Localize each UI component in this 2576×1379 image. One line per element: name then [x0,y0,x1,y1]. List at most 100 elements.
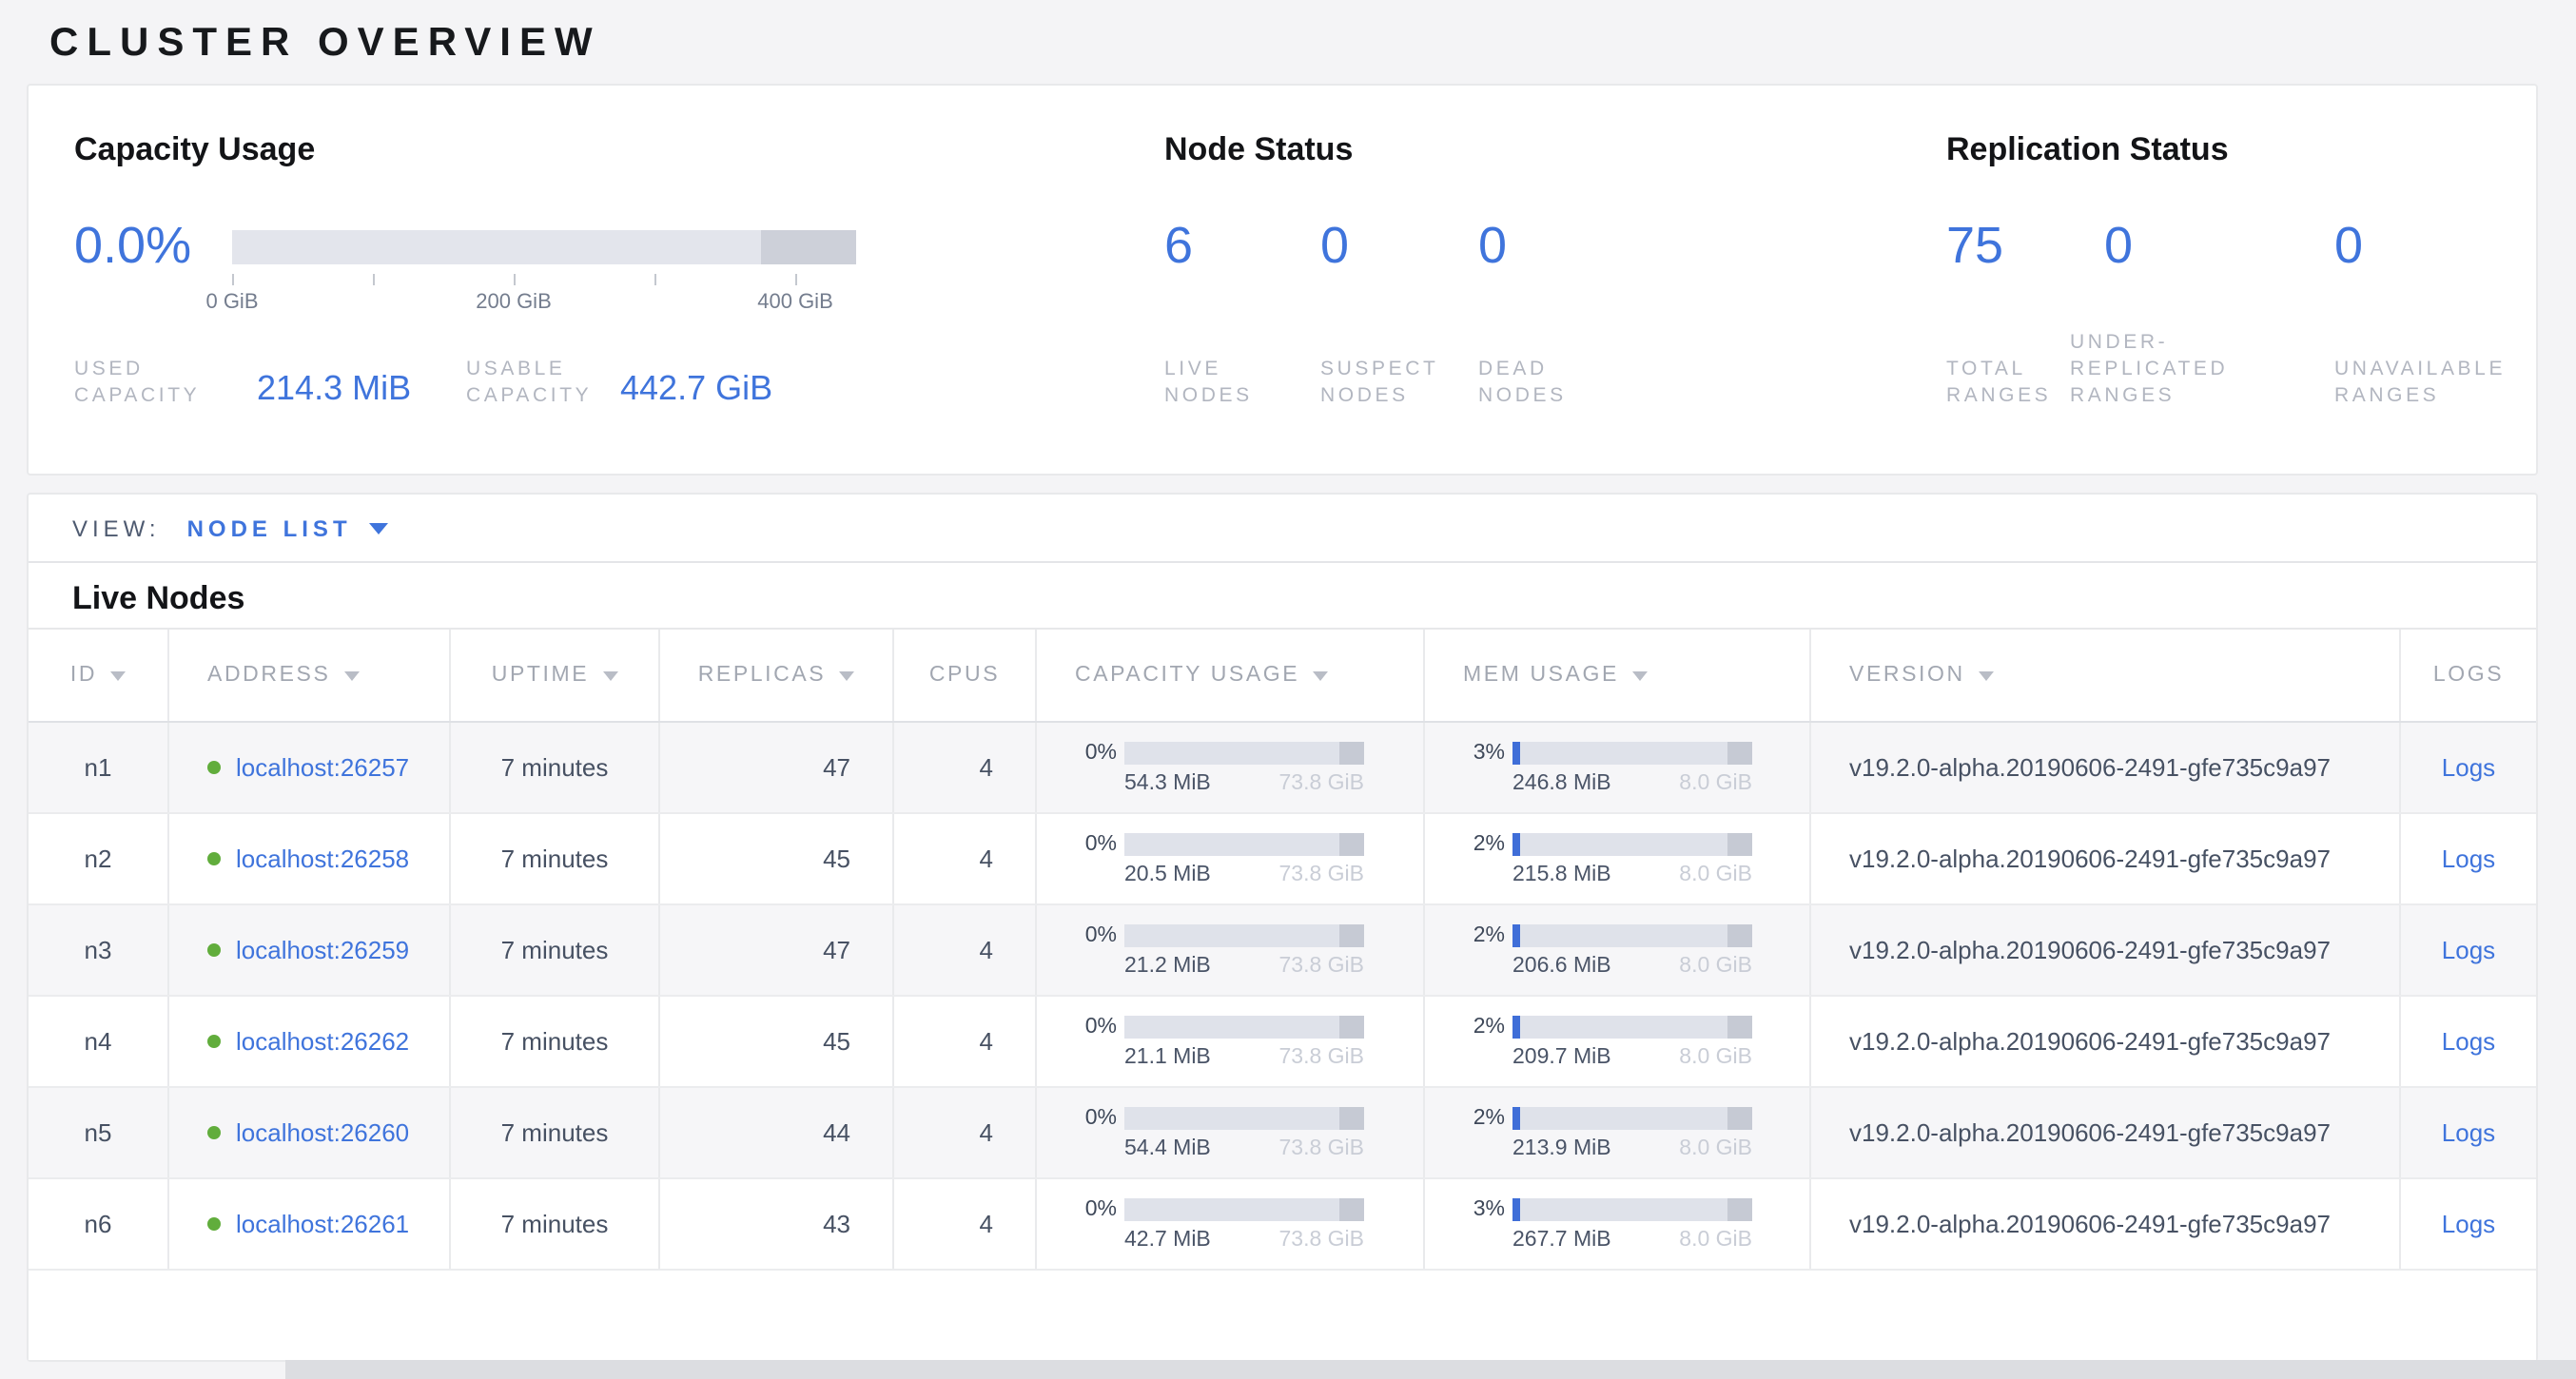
column-header-label: VERSION [1849,664,1965,687]
under-replicated-ranges-value: 0 [2104,219,2294,272]
cell-uptime: 7 minutes [451,723,660,812]
logs-link[interactable]: Logs [2442,1027,2495,1056]
cell-capacity: 0%21.2 MiB73.8 GiB [1037,905,1425,995]
capacity-usage: 0%21.1 MiB73.8 GiB [1075,1014,1379,1069]
cell-id: n2 [29,814,169,903]
cell-replicas: 47 [660,905,894,995]
cell-logs: Logs [2401,1088,2536,1177]
table-row: n2localhost:262587 minutes4540%20.5 MiB7… [29,814,2536,905]
column-header-replicas[interactable]: REPLICAS [660,630,894,721]
mem-usage-bar-fill [1512,833,1520,856]
column-header-address[interactable]: ADDRESS [169,630,451,721]
cell-uptime-text: 7 minutes [501,1118,609,1147]
node-address-link[interactable]: localhost:26260 [236,1118,409,1147]
table-row: n3localhost:262597 minutes4740%21.2 MiB7… [29,905,2536,997]
capacity-gauge: 0 GiB 200 GiB 400 GiB [232,226,856,340]
cell-id: n3 [29,905,169,995]
column-header-label: REPLICAS [698,664,827,687]
cell-id-text: n5 [85,1118,112,1147]
cell-logs: Logs [2401,905,2536,995]
node-address-link[interactable]: localhost:26261 [236,1210,409,1238]
logs-link[interactable]: Logs [2442,1118,2495,1147]
table-row: n1localhost:262577 minutes4740%54.3 MiB7… [29,723,2536,814]
cell-id: n6 [29,1179,169,1269]
view-selected-value: NODE LIST [187,515,352,541]
mem-usage: 3%267.7 MiB8.0 GiB [1463,1196,1767,1252]
node-health-dot [207,1126,221,1139]
mem-usage-bar-reserved-segment [1727,1107,1752,1130]
dead-nodes-metric: 0 DEAD NODES [1478,219,1630,409]
column-header-mem[interactable]: MEM USAGE [1425,630,1811,721]
node-address-link[interactable]: localhost:26262 [236,1027,409,1056]
table-footer [29,1271,2536,1360]
logs-link[interactable]: Logs [2442,936,2495,964]
cell-address: localhost:26262 [169,997,451,1086]
node-address-link[interactable]: localhost:26259 [236,936,409,964]
node-address-link[interactable]: localhost:26258 [236,845,409,873]
capacity-used-value: 21.2 MiB [1124,955,1211,978]
total-ranges-metric: 75 TOTAL RANGES [1946,219,2060,409]
logs-link[interactable]: Logs [2442,753,2495,782]
live-nodes-table-header: IDADDRESSUPTIMEREPLICASCPUSCAPACITY USAG… [29,628,2536,723]
cell-uptime-text: 7 minutes [501,753,609,782]
logs-link[interactable]: Logs [2442,845,2495,873]
mem-usage-bar [1512,924,1752,947]
cell-uptime: 7 minutes [451,1179,660,1269]
cell-id-text: n6 [85,1210,112,1238]
live-nodes-metric: 6 LIVE NODES [1164,219,1313,409]
column-header-version[interactable]: VERSION [1811,630,2401,721]
column-header-label: CAPACITY USAGE [1075,664,1299,687]
view-selector-dropdown[interactable]: NODE LIST [187,515,388,541]
gauge-tick [654,274,656,285]
capacity-usage-top: 0% [1075,740,1379,767]
cell-mem: 2%206.6 MiB8.0 GiB [1425,905,1811,995]
live-nodes-label: LIVE NODES [1164,356,1253,409]
column-header-capacity[interactable]: CAPACITY USAGE [1037,630,1425,721]
cluster-summary-card: Capacity Usage 0.0% 0 GiB 200 GiB 400 Gi… [27,84,2538,476]
capacity-usage-bar-reserved-segment [1339,1107,1364,1130]
unavailable-ranges-value: 0 [2334,219,2525,272]
capacity-usage-percent: 0% [1075,1198,1117,1221]
cell-version: v19.2.0-alpha.20190606-2491-gfe735c9a97 [1811,723,2401,812]
cell-replicas: 45 [660,814,894,903]
mem-usage-bar-fill [1512,1198,1520,1221]
node-address-link[interactable]: localhost:26257 [236,753,409,782]
usable-capacity-label: USABLE CAPACITY [466,356,592,409]
column-header-id[interactable]: ID [29,630,169,721]
mem-usage-values: 267.7 MiB8.0 GiB [1512,1229,1752,1252]
mem-total-value: 8.0 GiB [1679,1229,1752,1252]
column-header-uptime[interactable]: UPTIME [451,630,660,721]
mem-usage-bar-fill [1512,1107,1520,1130]
mem-used-value: 246.8 MiB [1512,772,1611,795]
capacity-usage: 0%54.4 MiB73.8 GiB [1075,1105,1379,1160]
mem-usage-values: 246.8 MiB8.0 GiB [1512,772,1752,795]
cell-cpus: 4 [894,723,1037,812]
replication-status-heading: Replication Status [1946,131,2229,169]
live-nodes-heading: Live Nodes [29,563,2536,628]
node-health-dot [207,943,221,957]
logs-link[interactable]: Logs [2442,1210,2495,1238]
mem-usage-percent: 2% [1463,924,1505,947]
capacity-usage-values: 20.5 MiB73.8 GiB [1124,864,1364,886]
cell-id: n4 [29,997,169,1086]
dead-nodes-value: 0 [1478,219,1630,272]
cell-mem: 2%209.7 MiB8.0 GiB [1425,997,1811,1086]
cell-logs: Logs [2401,997,2536,1086]
cell-version: v19.2.0-alpha.20190606-2491-gfe735c9a97 [1811,997,2401,1086]
capacity-total-value: 73.8 GiB [1279,1137,1365,1160]
cell-replicas-text: 44 [823,1118,850,1147]
gauge-tick [373,274,375,285]
mem-usage-bar-reserved-segment [1727,1198,1752,1221]
suspect-nodes-value: 0 [1320,219,1473,272]
node-health-dot [207,852,221,865]
column-header-label: ADDRESS [207,664,330,687]
cell-version-text: v19.2.0-alpha.20190606-2491-gfe735c9a97 [1849,845,2331,873]
sort-arrow-icon [1979,670,1994,680]
mem-used-value: 206.6 MiB [1512,955,1611,978]
capacity-total-value: 73.8 GiB [1279,955,1365,978]
node-health-dot [207,1217,221,1231]
capacity-percent-value: 0.0% [74,219,191,272]
sort-arrow-icon [1632,670,1648,680]
mem-usage: 3%246.8 MiB8.0 GiB [1463,740,1767,795]
capacity-usage-percent: 0% [1075,1107,1117,1130]
